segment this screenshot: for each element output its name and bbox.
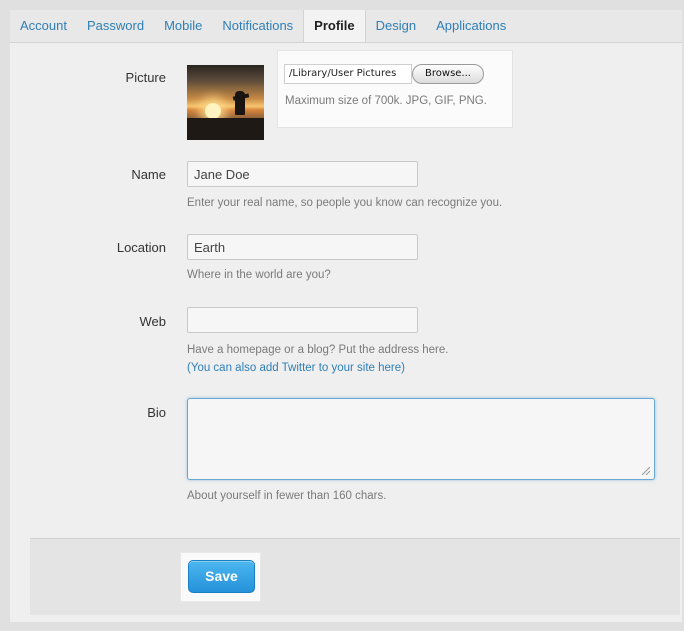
location-help-text: Where in the world are you? (187, 269, 331, 281)
tab-profile[interactable]: Profile (303, 10, 366, 42)
name-help-text: Enter your real name, so people you know… (187, 197, 503, 209)
profile-picture (187, 65, 264, 140)
tab-account[interactable]: Account (10, 10, 77, 42)
settings-tabs: Account Password Mobile Notifications Pr… (10, 10, 682, 43)
sun-graphic (205, 103, 221, 119)
web-field[interactable] (187, 307, 418, 333)
web-label: Web (139, 314, 167, 329)
web-help-text: Have a homepage or a blog? Put the addre… (187, 344, 449, 356)
bio-help-text: About yourself in fewer than 160 chars. (187, 490, 387, 502)
tab-applications[interactable]: Applications (426, 10, 516, 42)
bio-label: Bio (147, 405, 166, 420)
form-footer (30, 538, 680, 615)
resize-grip-icon[interactable] (640, 465, 650, 475)
bio-textarea[interactable] (187, 398, 655, 480)
upload-container (277, 50, 513, 128)
tab-notifications[interactable]: Notifications (212, 10, 303, 42)
name-field[interactable] (187, 161, 418, 187)
picture-help-text: Maximum size of 700k. JPG, GIF, PNG. (285, 95, 487, 107)
tab-design[interactable]: Design (366, 10, 426, 42)
ground-graphic (187, 118, 264, 140)
picture-label: Picture (125, 70, 166, 85)
browse-button[interactable]: Browse... (412, 64, 484, 84)
location-label: Location (116, 240, 166, 255)
tab-password[interactable]: Password (77, 10, 154, 42)
location-field[interactable] (187, 234, 418, 260)
file-path-input[interactable]: /Library/User Pictures (284, 64, 412, 84)
name-label: Name (131, 167, 166, 182)
twitter-site-link[interactable]: (You can also add Twitter to your site h… (187, 362, 405, 374)
save-button[interactable]: Save (188, 560, 255, 593)
tab-mobile[interactable]: Mobile (154, 10, 212, 42)
